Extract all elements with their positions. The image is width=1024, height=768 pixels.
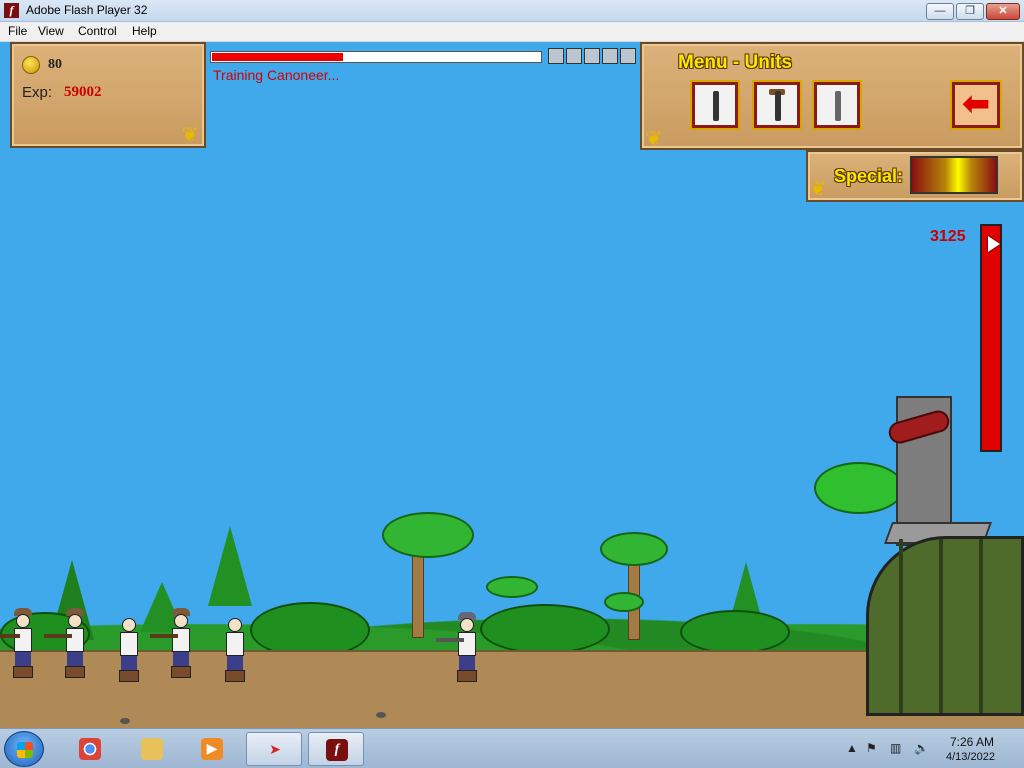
bunker-ridge [979,539,983,713]
musketeer-icon [775,91,781,121]
canoneer-icon [835,91,841,121]
maximize-button[interactable]: ❐ [956,3,984,20]
clock-date[interactable]: 4/13/2022 [946,751,995,763]
arrow-app-taskbar-button[interactable]: ➤ [246,732,302,766]
menu-view[interactable]: View [38,24,64,38]
swordsman-icon [713,91,719,121]
exp-value: 59002 [64,84,102,100]
exp-label: Exp: [22,84,53,101]
close-button[interactable]: ✕ [986,3,1020,20]
soldier-unit [436,612,484,682]
training-status: Training Canoneer... [213,67,340,83]
special-attack-button[interactable] [910,156,998,194]
media-player-taskbar-button[interactable]: ▶ [184,732,240,766]
musketeer-unit-button[interactable] [752,80,802,130]
rock [376,712,386,718]
training-progress-fill [212,53,343,61]
special-label: Special: [834,166,904,186]
explorer-taskbar-button[interactable] [124,732,180,766]
tree-canopy [486,576,538,598]
enemy-base-bunker [866,536,1024,716]
bunker-ridge [939,539,943,713]
swordsman-unit-button[interactable] [690,80,740,130]
window-title: Adobe Flash Player 32 [26,3,148,17]
soldier-unit [218,612,252,682]
menu-help[interactable]: Help [132,24,157,38]
back-button[interactable]: ⬅ [950,80,1002,130]
soldier-unit [150,608,198,678]
ornament-icon: ❦ [809,178,827,200]
menu-control[interactable]: Control [78,24,117,38]
taskbar: ▶ ➤ f ▲ ⚑ ▥ 🔈 7:26 AM 4/13/2022 [0,728,1024,768]
ornament-icon: ❦ [181,124,199,146]
gold-coin-icon [22,56,40,74]
training-queue-slot [566,48,582,64]
base-tree-canopy [814,462,904,514]
resources-panel: 80 Exp: 59002 ❦ [10,42,206,148]
show-hidden-icons-icon[interactable]: ▲ [846,741,858,755]
training-progress-bar [210,51,542,63]
chrome-taskbar-button[interactable] [62,732,118,766]
base-hp-fill [982,226,1000,450]
tree-canopy [600,532,668,566]
tree-canopy [382,512,474,558]
minimize-button[interactable]: — [926,3,954,20]
bush [480,604,610,654]
training-queue-slot [602,48,618,64]
flash-player-taskbar-button[interactable]: f [308,732,364,766]
arrow-left-icon: ⬅ [955,85,997,125]
media-player-icon: ▶ [201,738,223,760]
bush [680,610,790,654]
bunker-ridge [899,539,903,713]
network-icon[interactable]: ▥ [890,741,901,755]
menu-title: Menu - Units [678,52,792,73]
rock [120,718,130,724]
flash-player-icon: f [326,739,348,761]
window-titlebar: f Adobe Flash Player 32 — ❐ ✕ [0,0,1024,22]
gold-value: 80 [48,57,62,72]
menu-bar: File View Control Help [0,22,1024,42]
explorer-icon [141,738,163,760]
training-queue-slot [548,48,564,64]
flash-app-icon: f [4,3,19,18]
units-menu-panel: Menu - Units ⬅ ❦ [640,42,1024,150]
menu-file[interactable]: File [8,24,27,38]
soldier-unit [0,608,40,678]
pine-tree [208,526,252,606]
canoneer-unit-button[interactable] [812,80,862,130]
training-queue-slot [584,48,600,64]
chrome-icon [79,738,101,760]
game-stage[interactable]: 80 Exp: 59002 ❦ Training Canoneer... Men… [0,42,1024,728]
training-queue-slot [620,48,636,64]
arrow-app-icon: ➤ [269,742,281,758]
start-orb-icon[interactable] [4,731,44,767]
action-center-flag-icon[interactable]: ⚑ [866,741,877,755]
tree-canopy [604,592,644,612]
clock-time[interactable]: 7:26 AM [950,735,994,749]
base-hp-bar [980,224,1002,452]
ornament-icon: ❦ [645,128,663,150]
soldier-unit [44,608,92,678]
mouse-cursor-icon [988,236,1000,252]
volume-muted-icon[interactable]: 🔈 [914,741,929,755]
soldier-unit [112,612,146,682]
special-panel: Special: ❦ [806,150,1024,202]
base-hp-value: 3125 [930,228,966,245]
